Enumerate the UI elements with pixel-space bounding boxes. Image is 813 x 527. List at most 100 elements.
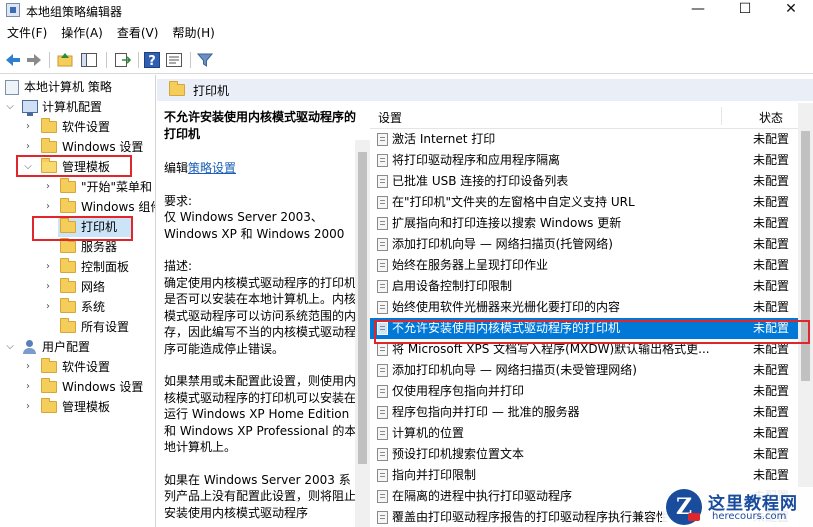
menu-file[interactable]: 文件(F) xyxy=(0,22,54,44)
setting-name: 指向并打印限制 xyxy=(392,468,477,482)
list-row[interactable]: 将打印驱动程序和应用程序隔离 未配置 xyxy=(370,150,798,171)
tree-item-windows-components[interactable]: › Windows 组件 xyxy=(0,197,155,217)
folder-icon xyxy=(41,378,57,393)
chevron-right-icon[interactable]: › xyxy=(22,357,34,377)
tree-label: 系统 xyxy=(81,300,106,314)
tree-item-user-config[interactable]: ⌵ 用户配置 xyxy=(0,337,155,357)
setting-name: 激活 Internet 打印 xyxy=(392,132,496,146)
chevron-right-icon[interactable]: › xyxy=(22,397,34,417)
edit-policy-link[interactable]: 策略设置 xyxy=(188,161,236,175)
tree-item-user-admin-templates[interactable]: › 管理模板 xyxy=(0,397,155,417)
forward-arrow-icon[interactable] xyxy=(25,51,43,69)
list-row[interactable]: 始终使用软件光栅器来光栅化要打印的内容 未配置 xyxy=(370,297,798,318)
tree-item-computer-config[interactable]: ⌵ 计算机配置 xyxy=(0,97,155,117)
list-row[interactable]: 预设打印机搜索位置文本 未配置 xyxy=(370,444,798,465)
description-body: 不允许安装使用内核模式驱动程序的打印机 编辑策略设置 要求: 仅 Windows… xyxy=(164,109,360,521)
watermark-logo: Z xyxy=(666,489,702,525)
setting-state: 未配置 xyxy=(753,468,790,482)
tree-item-all-settings[interactable]: 所有设置 xyxy=(0,317,155,337)
menu-help[interactable]: 帮助(H) xyxy=(165,22,221,44)
close-button[interactable]: ✕ xyxy=(768,0,813,20)
chevron-right-icon[interactable]: › xyxy=(42,277,54,297)
description-scrollbar[interactable] xyxy=(355,140,370,527)
setting-icon xyxy=(377,133,388,146)
highlight-box-admin-templates xyxy=(16,155,132,177)
chevron-down-icon[interactable]: ⌵ xyxy=(4,97,16,117)
list-row[interactable]: 添加打印机向导 — 网络扫描页(未受管理网络) 未配置 xyxy=(370,360,798,381)
minimize-button[interactable]: — xyxy=(675,0,721,20)
list-header: 设置 状态 xyxy=(370,103,813,129)
tree-item-user-software-settings[interactable]: › 软件设置 xyxy=(0,357,155,377)
filter-icon[interactable] xyxy=(196,51,214,69)
list-scrollbar[interactable] xyxy=(798,103,813,527)
list-row[interactable]: 已批准 USB 连接的打印设备列表 未配置 xyxy=(370,171,798,192)
app-icon xyxy=(6,3,20,17)
chevron-right-icon[interactable]: › xyxy=(42,257,54,277)
list-row[interactable]: 扩展指向和打印连接以搜索 Windows 更新 未配置 xyxy=(370,213,798,234)
list-row[interactable]: 在"打印机"文件夹的左窗格中自定义支持 URL 未配置 xyxy=(370,192,798,213)
list-row[interactable]: 指向并打印限制 未配置 xyxy=(370,465,798,486)
tree-item-start-menu[interactable]: › "开始"菜单和 xyxy=(0,177,155,197)
tree-item-system[interactable]: › 系统 xyxy=(0,297,155,317)
tree-item-network[interactable]: › 网络 xyxy=(0,277,155,297)
back-arrow-icon[interactable] xyxy=(4,51,22,69)
list-row[interactable]: 计算机的位置 未配置 xyxy=(370,423,798,444)
column-header-setting[interactable]: 设置 xyxy=(378,109,402,126)
setting-icon xyxy=(377,490,388,503)
requirements-text: 仅 Windows Server 2003、Windows XP 和 Windo… xyxy=(164,210,345,241)
setting-state: 未配置 xyxy=(753,447,790,461)
folder-icon xyxy=(60,238,76,253)
tree-label: 控制面板 xyxy=(81,260,130,274)
chevron-right-icon[interactable]: › xyxy=(42,177,54,197)
column-divider[interactable] xyxy=(721,107,722,125)
setting-state: 未配置 xyxy=(753,153,790,167)
scrollbar-thumb[interactable] xyxy=(358,152,367,464)
tree-item-root[interactable]: 本地计算机 策略 xyxy=(0,77,155,97)
tree-item-software-settings[interactable]: › 软件设置 xyxy=(0,117,155,137)
list-row[interactable]: 添加打印机向导 — 网络扫描页(托管网络) 未配置 xyxy=(370,234,798,255)
list-row[interactable]: 程序包指向并打印 — 批准的服务器 未配置 xyxy=(370,402,798,423)
menu-action[interactable]: 操作(A) xyxy=(54,22,110,44)
up-folder-icon[interactable] xyxy=(56,51,74,69)
setting-name: 计算机的位置 xyxy=(392,426,465,440)
list-row[interactable]: 启用设备控制打印限制 未配置 xyxy=(370,276,798,297)
chevron-right-icon[interactable]: › xyxy=(42,297,54,317)
description-pane: 不允许安装使用内核模式驱动程序的打印机 编辑策略设置 要求: 仅 Windows… xyxy=(157,75,370,527)
menu-view[interactable]: 查看(V) xyxy=(110,22,166,44)
maximize-button[interactable]: ☐ xyxy=(722,0,768,20)
setting-icon xyxy=(377,364,388,377)
tree-item-control-panel[interactable]: › 控制面板 xyxy=(0,257,155,277)
tree-label: 软件设置 xyxy=(62,120,111,134)
chevron-right-icon[interactable]: › xyxy=(22,137,34,157)
setting-state: 未配置 xyxy=(753,426,790,440)
setting-name: 预设打印机搜索位置文本 xyxy=(392,447,525,461)
chevron-down-icon[interactable]: ⌵ xyxy=(4,337,16,357)
show-hide-tree-icon[interactable] xyxy=(80,51,98,69)
setting-state: 未配置 xyxy=(753,363,790,377)
setting-state: 未配置 xyxy=(753,174,790,188)
setting-icon xyxy=(377,217,388,230)
folder-icon xyxy=(41,118,57,133)
tree-item-windows-settings[interactable]: › Windows 设置 xyxy=(0,137,155,157)
list-row[interactable]: 激活 Internet 打印 未配置 xyxy=(370,129,798,150)
list-row[interactable]: 始终在服务器上呈现打印作业 未配置 xyxy=(370,255,798,276)
setting-state: 未配置 xyxy=(753,216,790,230)
toolbar-separator xyxy=(138,52,139,68)
chevron-right-icon[interactable]: › xyxy=(22,117,34,137)
setting-state: 未配置 xyxy=(753,237,790,251)
setting-state: 未配置 xyxy=(753,195,790,209)
toolbar-separator xyxy=(106,52,107,68)
chevron-right-icon[interactable]: › xyxy=(22,377,34,397)
list-row[interactable]: 仅使用程序包指向并打印 未配置 xyxy=(370,381,798,402)
export-list-icon[interactable] xyxy=(113,51,131,69)
window-title: 本地组策略编辑器 xyxy=(26,5,123,19)
setting-state: 未配置 xyxy=(753,405,790,419)
setting-name: 始终在服务器上呈现打印作业 xyxy=(392,258,549,272)
setting-icon xyxy=(377,448,388,461)
tree-item-user-windows-settings[interactable]: › Windows 设置 xyxy=(0,377,155,397)
help-icon[interactable]: ? xyxy=(143,51,161,69)
column-header-state[interactable]: 状态 xyxy=(759,109,783,126)
properties-icon[interactable] xyxy=(165,51,183,69)
tree-label: 管理模板 xyxy=(62,400,111,414)
chevron-right-icon[interactable]: › xyxy=(42,197,54,217)
